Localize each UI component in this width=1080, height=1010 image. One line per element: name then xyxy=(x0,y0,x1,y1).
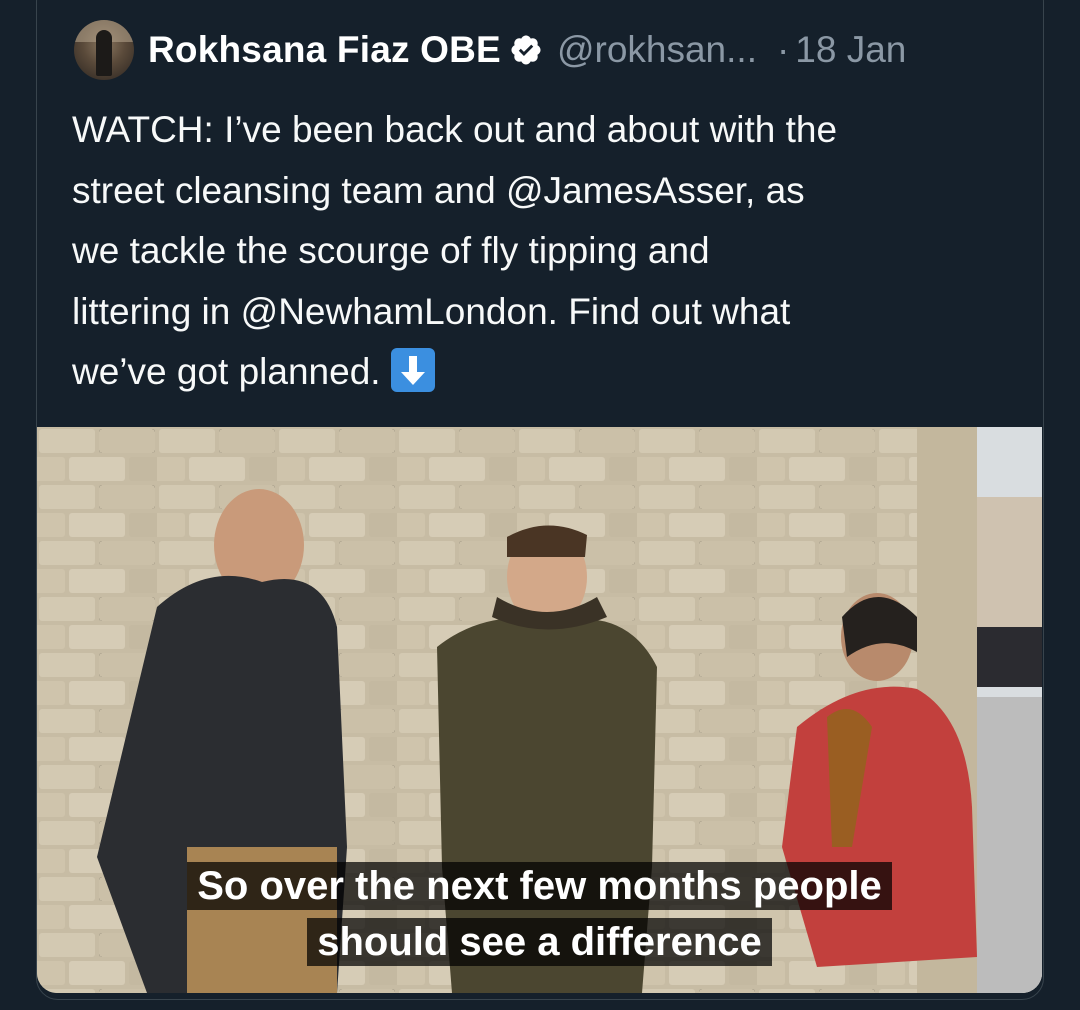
caption-line-2: should see a difference xyxy=(307,918,772,966)
caption-line-1: So over the next few months people xyxy=(187,862,892,910)
video-caption: So over the next few months people xyxy=(37,859,1042,913)
author-name[interactable]: Rokhsana Fiaz OBE xyxy=(148,29,501,71)
tweet-date[interactable]: 18 Jan xyxy=(795,29,906,71)
video-caption: should see a difference xyxy=(37,915,1042,969)
tweet-text-line: we tackle the scourge of fly tipping and xyxy=(72,230,710,271)
video-player[interactable]: So over the next few months people shoul… xyxy=(37,427,1042,993)
tweet-header: Rokhsana Fiaz OBE @rokhsan... · 18 Jan xyxy=(74,20,906,80)
tweet-text-line: we’ve got planned. xyxy=(72,351,381,392)
separator-dot: · xyxy=(776,29,790,70)
tweet-text: WATCH: I’ve been back out and about with… xyxy=(72,100,1022,403)
verified-badge-icon xyxy=(511,35,541,65)
author-handle[interactable]: @rokhsan... xyxy=(557,29,757,71)
down-arrow-emoji xyxy=(390,348,435,392)
down-arrow-icon xyxy=(400,356,425,385)
tweet-text-line: littering in @NewhamLondon. Find out wha… xyxy=(72,290,791,332)
tweet-text-line: street cleansing team and @JamesAsser, a… xyxy=(72,169,805,211)
avatar[interactable] xyxy=(74,20,134,80)
tweet-text-line: WATCH: I’ve been back out and about with… xyxy=(72,109,838,150)
